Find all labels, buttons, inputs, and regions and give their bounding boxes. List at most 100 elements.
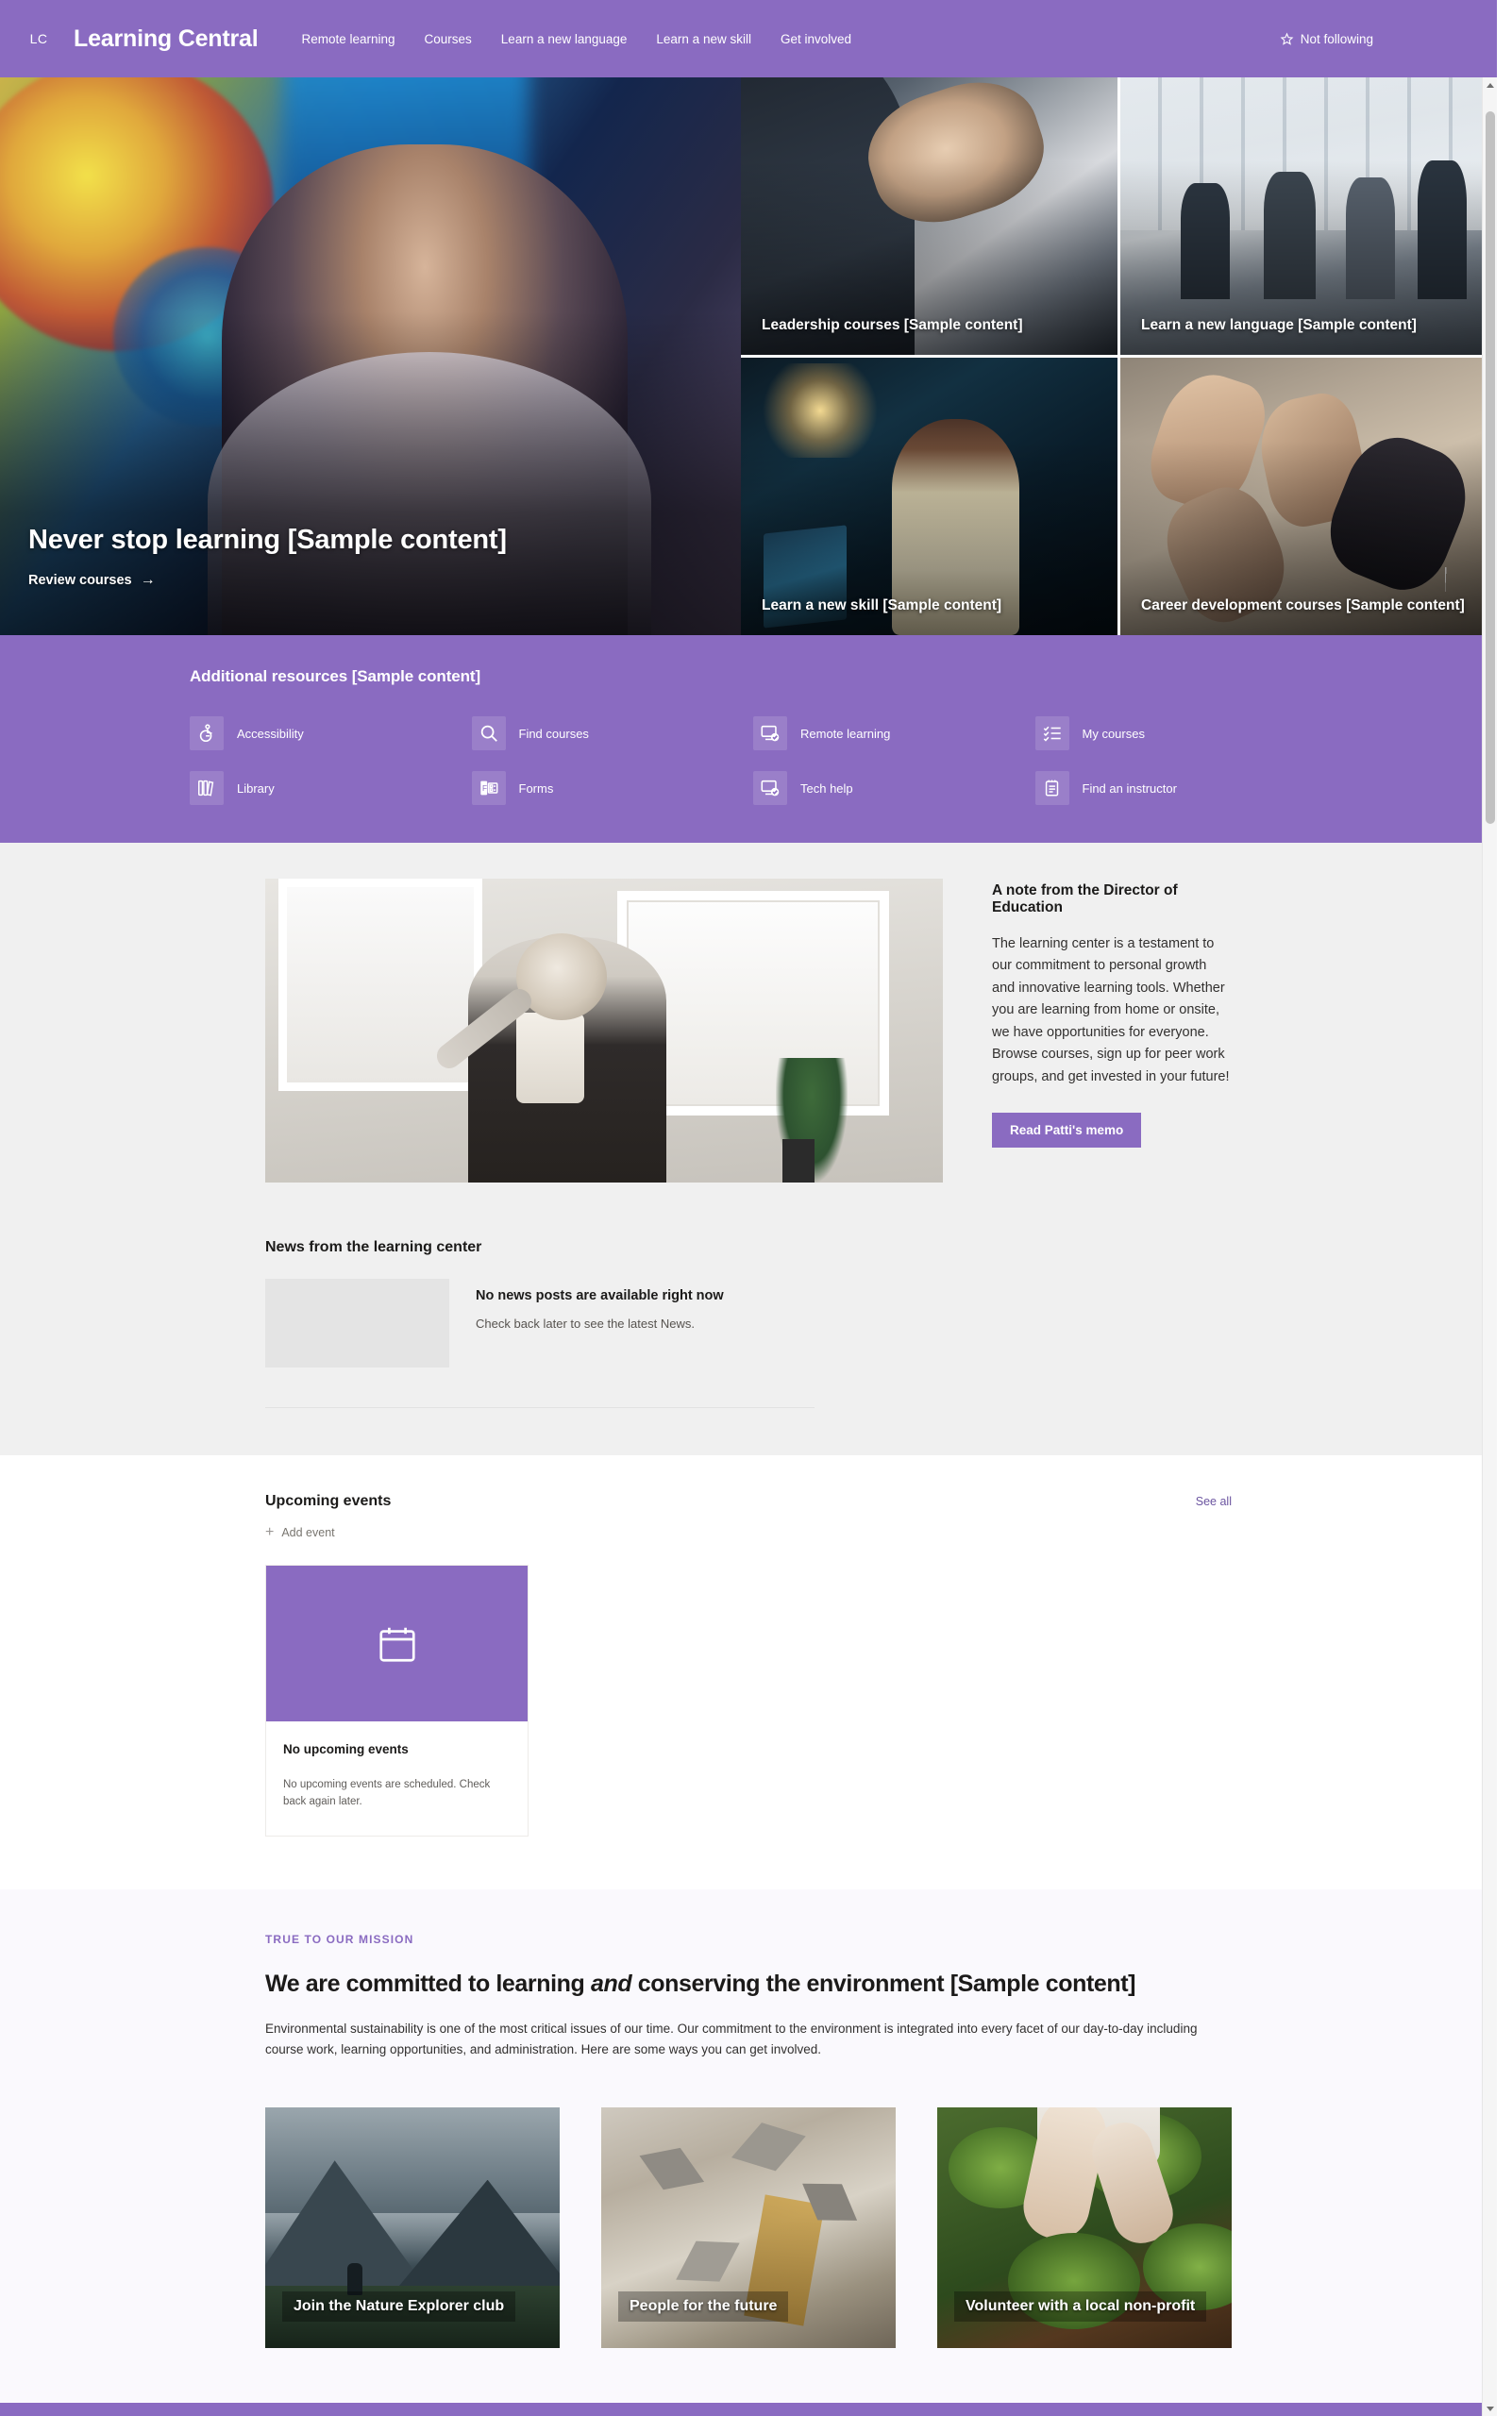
hero-cta-label: Review courses <box>28 573 132 588</box>
hero-tile-learn-a-new-skill[interactable]: Learn a new skill [Sample content] <box>741 358 1117 635</box>
upcoming-events-section: Upcoming events See all + Add event No u… <box>0 1455 1497 1889</box>
page-root: LC Learning Central Remote learning Cour… <box>0 0 1497 2416</box>
hero-tile-career-development-courses[interactable]: Career development courses [Sample conte… <box>1120 358 1497 635</box>
director-note-text: A note from the Director of Education Th… <box>992 879 1232 1149</box>
director-and-news-section: A note from the Director of Education Th… <box>0 843 1497 1455</box>
mission-card-nature-explorer-club[interactable]: Join the Nature Explorer club <box>265 2107 560 2349</box>
mission-eyebrow: TRUE TO OUR MISSION <box>265 1932 414 1946</box>
events-title: Upcoming events <box>265 1493 392 1509</box>
quick-link-find-an-instructor[interactable]: Find an instructor <box>1034 771 1308 805</box>
monitor-check-icon <box>753 771 787 805</box>
scrollbar-thumb[interactable] <box>1486 111 1495 824</box>
quick-link-label: Tech help <box>800 780 853 796</box>
chevron-up-icon <box>1486 82 1494 88</box>
events-see-all-link[interactable]: See all <box>1196 1495 1232 1508</box>
mission-heading-part2: conserving the environment [Sample conte… <box>631 1970 1136 1997</box>
mission-body: Environmental sustainability is one of t… <box>265 2021 1198 2056</box>
hero-tile-label: Learn a new language [Sample content] <box>1141 317 1417 334</box>
hero-title: Never stop learning [Sample content] <box>28 525 507 555</box>
hero-cta-review-courses[interactable]: Review courses → <box>28 572 507 589</box>
nav-item-remote-learning[interactable]: Remote learning <box>299 26 396 52</box>
event-card-body: No upcoming events No upcoming events ar… <box>266 1721 528 1836</box>
card-art-hiker <box>347 2263 363 2296</box>
nav-item-get-involved[interactable]: Get involved <box>779 26 853 52</box>
quick-link-library[interactable]: Library <box>190 771 462 805</box>
quick-link-my-courses[interactable]: My courses <box>1034 716 1308 750</box>
news-empty-copy: No news posts are available right now Ch… <box>476 1279 724 1331</box>
nav-item-learn-a-new-language[interactable]: Learn a new language <box>499 26 630 52</box>
quick-link-label: Find an instructor <box>1082 780 1177 796</box>
quick-link-label: Accessibility <box>237 726 304 741</box>
tile-overlay <box>741 358 1117 635</box>
hero-caption: Never stop learning [Sample content] Rev… <box>28 525 507 588</box>
quick-link-label: Forms <box>518 780 554 796</box>
hero-tile-grid: Leadership courses [Sample content] Lear… <box>741 77 1497 635</box>
read-memo-button[interactable]: Read Patti's memo <box>992 1113 1142 1149</box>
books-icon <box>190 771 224 805</box>
mission-heading-emphasis: and <box>590 1970 632 1997</box>
event-card-banner <box>266 1566 528 1721</box>
arrow-right-icon: → <box>140 572 156 588</box>
quick-link-label: My courses <box>1082 726 1145 741</box>
chevron-down-icon <box>1486 2406 1494 2411</box>
mission-heading-part1: We are committed to learning <box>265 1970 591 1997</box>
additional-resources-title: Additional resources [Sample content] <box>190 667 481 685</box>
hero-tile-leadership-courses[interactable]: Leadership courses [Sample content] <box>741 77 1117 355</box>
events-header: Upcoming events See all <box>265 1493 1232 1510</box>
mission-card-caption: People for the future <box>618 2291 789 2323</box>
scrollbar-up-arrow[interactable] <box>1483 77 1497 92</box>
director-note-image <box>265 879 943 1183</box>
site-footer: Course schedule Instructor directory Con… <box>0 2403 1497 2416</box>
additional-resources-section: Additional resources [Sample content] Ac… <box>0 635 1497 843</box>
nav-item-courses[interactable]: Courses <box>423 26 474 52</box>
image-art-shirt <box>515 1013 584 1103</box>
news-empty-heading: No news posts are available right now <box>476 1288 724 1303</box>
quick-link-label: Library <box>237 780 275 796</box>
quick-link-label: Remote learning <box>800 726 891 741</box>
notepad-icon <box>1034 771 1069 805</box>
primary-navigation: Remote learning Courses Learn a new lang… <box>299 26 853 52</box>
quick-link-tech-help[interactable]: Tech help <box>753 771 1026 805</box>
plus-icon: + <box>265 1524 275 1540</box>
hero-main-card[interactable]: Never stop learning [Sample content] Rev… <box>0 77 741 635</box>
quick-link-remote-learning[interactable]: Remote learning <box>753 716 1026 750</box>
site-header: LC Learning Central Remote learning Cour… <box>0 0 1497 77</box>
add-event-button[interactable]: + Add event <box>265 1525 1232 1540</box>
quick-link-accessibility[interactable]: Accessibility <box>190 716 462 750</box>
add-event-label: Add event <box>281 1526 335 1539</box>
director-note-title: A note from the Director of Education <box>992 882 1178 915</box>
mission-card-caption: Join the Nature Explorer club <box>282 2291 516 2323</box>
quick-link-label: Find courses <box>518 726 589 741</box>
forms-icon: F <box>471 771 506 805</box>
mission-heading: We are committed to learning and conserv… <box>265 1971 1232 1998</box>
follow-label: Not following <box>1300 31 1373 46</box>
checklist-icon <box>1034 716 1069 750</box>
mission-card-people-for-the-future[interactable]: People for the future <box>601 2107 896 2349</box>
scrollbar-down-arrow[interactable] <box>1483 2401 1497 2416</box>
accessibility-icon <box>190 716 224 750</box>
hero-section: Never stop learning [Sample content] Rev… <box>0 77 1497 635</box>
event-empty-card[interactable]: No upcoming events No upcoming events ar… <box>265 1565 529 1837</box>
star-outline-icon <box>1280 32 1294 45</box>
hero-tile-label: Career development courses [Sample conte… <box>1141 597 1465 614</box>
nav-item-learn-a-new-skill[interactable]: Learn a new skill <box>654 26 753 52</box>
news-empty-state: No news posts are available right now Ch… <box>265 1279 1232 1367</box>
events-empty-heading: No upcoming events <box>283 1742 409 1756</box>
quick-links-grid: Accessibility Find courses Remote learni… <box>190 716 1307 805</box>
tile-overlay <box>1120 358 1497 635</box>
page-scrollbar[interactable] <box>1482 77 1497 2416</box>
image-art-pot <box>781 1139 815 1183</box>
svg-text:F: F <box>481 784 486 793</box>
follow-button[interactable]: Not following <box>1280 32 1472 46</box>
director-note-body: The learning center is a testament to ou… <box>992 936 1230 1084</box>
hero-tile-label: Leadership courses [Sample content] <box>762 317 1023 334</box>
card-art-grad-cap <box>630 2135 713 2206</box>
mission-card-volunteer-non-profit[interactable]: Volunteer with a local non-profit <box>937 2107 1232 2349</box>
quick-link-forms[interactable]: F Forms <box>471 771 745 805</box>
card-art-grad-cap <box>725 2112 815 2186</box>
tile-overlay <box>1120 77 1497 355</box>
quick-link-find-courses[interactable]: Find courses <box>471 716 745 750</box>
news-empty-body: Check back later to see the latest News. <box>476 1317 695 1331</box>
hero-tile-learn-a-new-language[interactable]: Learn a new language [Sample content] <box>1120 77 1497 355</box>
mission-card-caption: Volunteer with a local non-profit <box>954 2291 1207 2323</box>
